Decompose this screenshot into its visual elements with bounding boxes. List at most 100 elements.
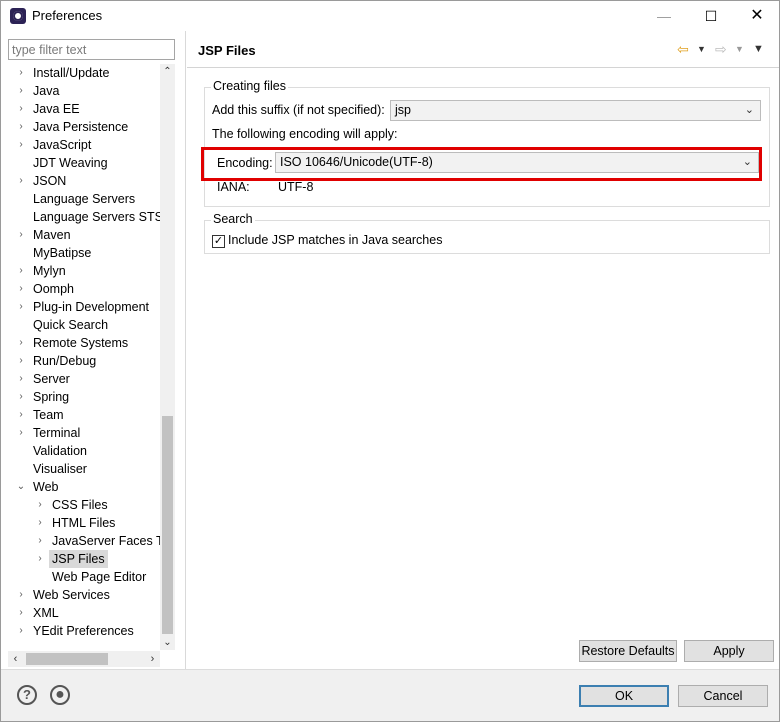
chevron-right-icon[interactable]: › bbox=[15, 604, 27, 622]
chevron-right-icon[interactable]: › bbox=[34, 550, 46, 568]
chevron-down-icon[interactable]: ⌄ bbox=[15, 478, 27, 496]
restore-defaults-button[interactable]: Restore Defaults bbox=[579, 640, 677, 662]
scroll-left-arrow-icon[interactable]: ‹ bbox=[8, 651, 23, 667]
view-menu-icon[interactable]: ▼ bbox=[753, 41, 764, 57]
chevron-right-icon[interactable]: › bbox=[34, 514, 46, 532]
tree-item[interactable]: ⌄ Web bbox=[1, 478, 161, 496]
chevron-right-icon[interactable]: › bbox=[15, 118, 27, 136]
tree-item[interactable]: Visualiser bbox=[1, 460, 161, 478]
horizontal-scroll-thumb[interactable] bbox=[26, 653, 108, 665]
scroll-up-arrow-icon[interactable]: ⌃ bbox=[160, 64, 175, 79]
help-icon[interactable]: ? bbox=[17, 685, 37, 705]
tree-item-label: Language Servers bbox=[33, 192, 136, 206]
ok-button[interactable]: OK bbox=[579, 685, 669, 707]
filter-input[interactable] bbox=[8, 39, 175, 60]
chevron-right-icon[interactable]: › bbox=[15, 136, 27, 154]
cancel-button[interactable]: Cancel bbox=[678, 685, 768, 707]
forward-arrow-icon[interactable]: ⇨ bbox=[715, 41, 727, 57]
vertical-scroll-thumb[interactable] bbox=[162, 416, 173, 634]
tree-item[interactable]: › Plug-in Development bbox=[1, 298, 161, 316]
include-jsp-label: Include JSP matches in Java searches bbox=[228, 233, 443, 247]
scroll-right-arrow-icon[interactable]: › bbox=[145, 651, 160, 667]
scroll-down-arrow-icon[interactable]: ⌄ bbox=[160, 635, 175, 650]
chevron-right-icon[interactable]: › bbox=[15, 622, 27, 640]
tree-item-label: Server bbox=[33, 372, 70, 386]
tree-item[interactable]: Language Servers bbox=[1, 190, 161, 208]
chevron-right-icon[interactable]: › bbox=[15, 334, 27, 352]
tree-item[interactable]: JDT Weaving bbox=[1, 154, 161, 172]
tree-item[interactable]: › Oomph bbox=[1, 280, 161, 298]
tree-item[interactable]: › JavaScript bbox=[1, 136, 161, 154]
chevron-right-icon[interactable]: › bbox=[15, 262, 27, 280]
chevron-right-icon[interactable]: › bbox=[15, 280, 27, 298]
tree-item[interactable]: › Remote Systems bbox=[1, 334, 161, 352]
tree-item[interactable]: › CSS Files bbox=[1, 496, 161, 514]
tree-item[interactable]: MyBatipse bbox=[1, 244, 161, 262]
tree-item[interactable]: › Mylyn bbox=[1, 262, 161, 280]
chevron-right-icon[interactable]: › bbox=[15, 424, 27, 442]
tree-item-label: Web Services bbox=[33, 588, 110, 602]
tree-item[interactable]: › Java bbox=[1, 82, 161, 100]
tree-item[interactable]: Validation bbox=[1, 442, 161, 460]
back-dropdown-icon[interactable]: ▼ bbox=[697, 41, 706, 57]
tree-item[interactable]: › Run/Debug bbox=[1, 352, 161, 370]
preference-tree-pane: › Install/Update › Java › Java EE › Java Persis… bbox=[1, 31, 186, 669]
title-bar: Preferences — ☐ ✕ bbox=[1, 1, 779, 31]
tree-item[interactable]: › Java Persistence bbox=[1, 118, 161, 136]
encoding-highlight-box bbox=[201, 147, 762, 181]
tree-item-label: Terminal bbox=[33, 426, 81, 440]
chevron-right-icon[interactable]: › bbox=[15, 406, 27, 424]
tree-item[interactable]: Web Page Editor bbox=[1, 568, 161, 586]
tree-item-label: Install/Update bbox=[33, 66, 110, 80]
chevron-right-icon[interactable]: › bbox=[15, 586, 27, 604]
tree-item-label: Web bbox=[33, 480, 59, 494]
tree-item-label: Language Servers STS bbox=[33, 210, 161, 224]
chevron-right-icon[interactable]: › bbox=[15, 298, 27, 316]
iana-label: IANA: bbox=[217, 180, 250, 194]
tree-item[interactable]: Quick Search bbox=[1, 316, 161, 334]
tree-item[interactable]: Language Servers STS bbox=[1, 208, 161, 226]
iana-value: UTF-8 bbox=[278, 180, 314, 194]
chevron-right-icon[interactable]: › bbox=[15, 64, 27, 82]
tree-item[interactable]: › Spring bbox=[1, 388, 161, 406]
maximize-button[interactable]: ☐ bbox=[688, 1, 734, 31]
chevron-right-icon[interactable]: › bbox=[34, 496, 46, 514]
tree-item[interactable]: › Install/Update bbox=[1, 64, 161, 82]
tree-item[interactable]: › Web Services bbox=[1, 586, 161, 604]
forward-dropdown-icon[interactable]: ▼ bbox=[735, 41, 744, 57]
chevron-right-icon[interactable]: › bbox=[15, 388, 27, 406]
tree-item-label: HTML Files bbox=[52, 516, 116, 530]
include-jsp-checkbox[interactable]: ✓ bbox=[212, 235, 225, 248]
tree-horizontal-scrollbar[interactable]: ‹ › bbox=[8, 651, 160, 667]
tree-vertical-scrollbar[interactable]: ⌃ ⌄ bbox=[160, 64, 175, 650]
tree-item[interactable]: › Server bbox=[1, 370, 161, 388]
chevron-right-icon[interactable]: › bbox=[34, 532, 46, 550]
tree-item[interactable]: › Maven bbox=[1, 226, 161, 244]
window-title: Preferences bbox=[32, 8, 103, 23]
chevron-right-icon[interactable]: › bbox=[15, 172, 27, 190]
chevron-right-icon[interactable]: › bbox=[15, 100, 27, 118]
tree-item[interactable]: › JavaServer Faces Tools bbox=[1, 532, 161, 550]
tree-item[interactable]: › JSON bbox=[1, 172, 161, 190]
tree-item-label: JavaServer Faces Tools bbox=[52, 534, 161, 548]
tree-item[interactable]: › XML bbox=[1, 604, 161, 622]
chevron-right-icon[interactable]: › bbox=[15, 226, 27, 244]
minimize-button[interactable]: — bbox=[641, 1, 687, 31]
tree-item-label: Mylyn bbox=[33, 264, 66, 278]
chevron-right-icon[interactable]: › bbox=[15, 352, 27, 370]
chevron-right-icon[interactable]: › bbox=[15, 370, 27, 388]
tree-item[interactable]: › JSP Files bbox=[1, 550, 161, 568]
tree-item[interactable]: › Java EE bbox=[1, 100, 161, 118]
tree-item[interactable]: › YEdit Preferences bbox=[1, 622, 161, 640]
tree-item[interactable]: › Team bbox=[1, 406, 161, 424]
preferences-window: Preferences — ☐ ✕ ›Install/Update›Java›J… bbox=[0, 0, 780, 722]
tree-item[interactable]: › Terminal bbox=[1, 424, 161, 442]
back-arrow-icon[interactable]: ⇦ bbox=[677, 41, 689, 57]
close-button[interactable]: ✕ bbox=[734, 1, 780, 31]
suffix-combo[interactable]: jsp ⌄ bbox=[390, 100, 761, 121]
tree-item[interactable]: › HTML Files bbox=[1, 514, 161, 532]
apply-button[interactable]: Apply bbox=[684, 640, 774, 662]
chevron-right-icon[interactable]: › bbox=[15, 82, 27, 100]
oomph-record-icon[interactable]: ● bbox=[50, 685, 70, 705]
chevron-down-icon: ⌄ bbox=[744, 104, 754, 116]
